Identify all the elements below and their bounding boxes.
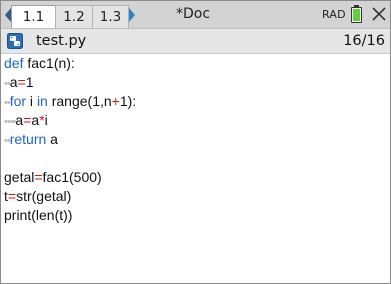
tab-1-1[interactable]: 1.1 xyxy=(11,5,56,28)
line-indicator: 16/16 xyxy=(343,33,385,49)
keyword-in: in xyxy=(36,93,48,109)
keyword-for: for xyxy=(9,93,27,109)
code-text: 1 xyxy=(25,74,34,90)
code-line-3: ••for i in range(1,n+1): xyxy=(4,92,136,111)
indent-marker: •••• xyxy=(4,116,16,128)
code-text: range(1,n xyxy=(47,93,112,109)
keyword-def: def xyxy=(4,55,24,71)
code-text: a xyxy=(9,74,18,90)
code-text: fac1(500) xyxy=(42,169,102,185)
code-line-2: ••a=1 xyxy=(4,73,33,92)
code-line-9: print(len(t)) xyxy=(4,207,73,223)
tab-1-2[interactable]: 1.2 xyxy=(55,5,93,28)
arrow-right-icon[interactable] xyxy=(129,8,135,22)
battery-level xyxy=(353,9,360,21)
python-file-icon xyxy=(7,33,23,49)
code-line-8: t=str(getal) xyxy=(4,187,71,206)
code-line-1: def fac1(n): xyxy=(4,54,75,73)
angle-mode-indicator: RAD xyxy=(322,8,346,21)
code-line-5: ••return a xyxy=(4,130,58,149)
operator: = xyxy=(17,74,26,90)
battery-icon xyxy=(351,5,362,23)
code-text: i xyxy=(26,93,37,109)
code-line-4: ••••a=a*i xyxy=(4,111,48,130)
code-text: fac1(n): xyxy=(23,55,75,71)
tab-bar: 1.1 1.2 1.3 *Doc RAD xyxy=(1,1,390,29)
calculator-window: 1.1 1.2 1.3 *Doc RAD test.py 16/16 def f… xyxy=(0,0,391,284)
code-text: i xyxy=(44,112,48,128)
operator: = xyxy=(34,169,43,185)
code-line-7: getal=fac1(500) xyxy=(4,168,102,187)
file-name: test.py xyxy=(36,33,87,49)
document-title: *Doc xyxy=(176,6,211,22)
keyword-return: return xyxy=(9,131,47,147)
close-icon[interactable] xyxy=(370,5,388,23)
code-text: getal xyxy=(4,169,35,185)
file-header: test.py 16/16 xyxy=(1,29,390,54)
operator: = xyxy=(7,188,17,204)
code-text: str(getal) xyxy=(16,188,72,204)
operator: + xyxy=(111,93,120,109)
code-editor[interactable]: def fac1(n): ••a=1 ••for i in range(1,n+… xyxy=(1,54,390,283)
code-text: 1): xyxy=(119,93,137,109)
code-text: a xyxy=(46,131,58,147)
tab-1-3[interactable]: 1.3 xyxy=(92,5,129,28)
